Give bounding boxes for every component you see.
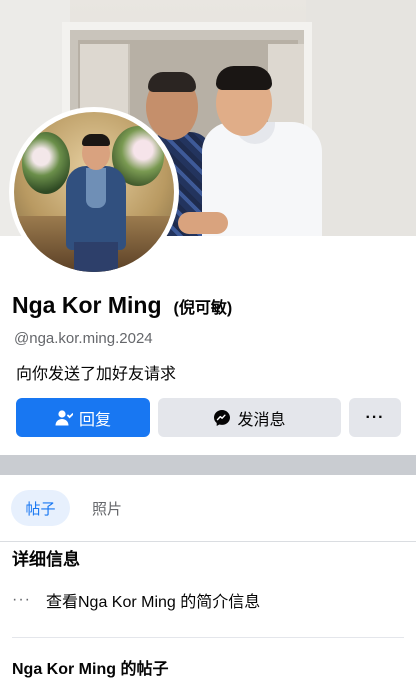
avatar-person-hair [82,134,110,146]
friend-request-status: 向你发送了加好友请求 [16,366,177,383]
add-friend-person-icon [55,409,73,426]
more-dots-icon: ··· [12,591,31,608]
cover-person-left-hair [148,72,196,92]
messenger-icon [213,409,231,427]
cover-handshake [178,212,228,234]
message-button[interactable]: 发消息 [158,398,341,437]
avatar-flowers [22,132,70,194]
reply-button[interactable]: 回复 [16,398,150,437]
cover-wall [306,0,416,236]
cover-person-right-hair [216,66,272,90]
details-title: 详细信息 [12,550,80,569]
tab-posts-label: 帖子 [25,500,56,518]
details-divider [12,637,404,638]
avatar-photo [14,112,174,272]
message-button-label: 发消息 [237,411,286,429]
more-button[interactable]: ··· [349,398,401,437]
tab-photos[interactable]: 照片 [80,490,134,526]
tab-posts[interactable]: 帖子 [11,490,70,526]
tabs-divider [0,541,416,542]
profile-name: Nga Kor Ming [12,292,162,318]
reply-button-label: 回复 [78,411,111,429]
avatar-person-shirt [86,168,106,208]
tab-photos-label: 照片 [91,500,122,518]
view-intro-label: 查看Nga Kor Ming 的简介信息 [46,594,261,611]
more-dots-icon: ··· [365,408,385,426]
profile-alt-name: (倪可敏) [173,300,233,317]
profile-avatar[interactable] [9,107,179,277]
view-intro-link[interactable]: ··· 查看Nga Kor Ming 的简介信息 [12,588,260,612]
section-divider [0,455,416,475]
profile-handle: @nga.kor.ming.2024 [14,330,153,347]
avatar-person-legs [74,242,118,272]
posts-section-title: Nga Kor Ming 的帖子 [12,661,169,678]
profile-name-row: Nga Kor Ming (倪可敏) [12,292,232,319]
